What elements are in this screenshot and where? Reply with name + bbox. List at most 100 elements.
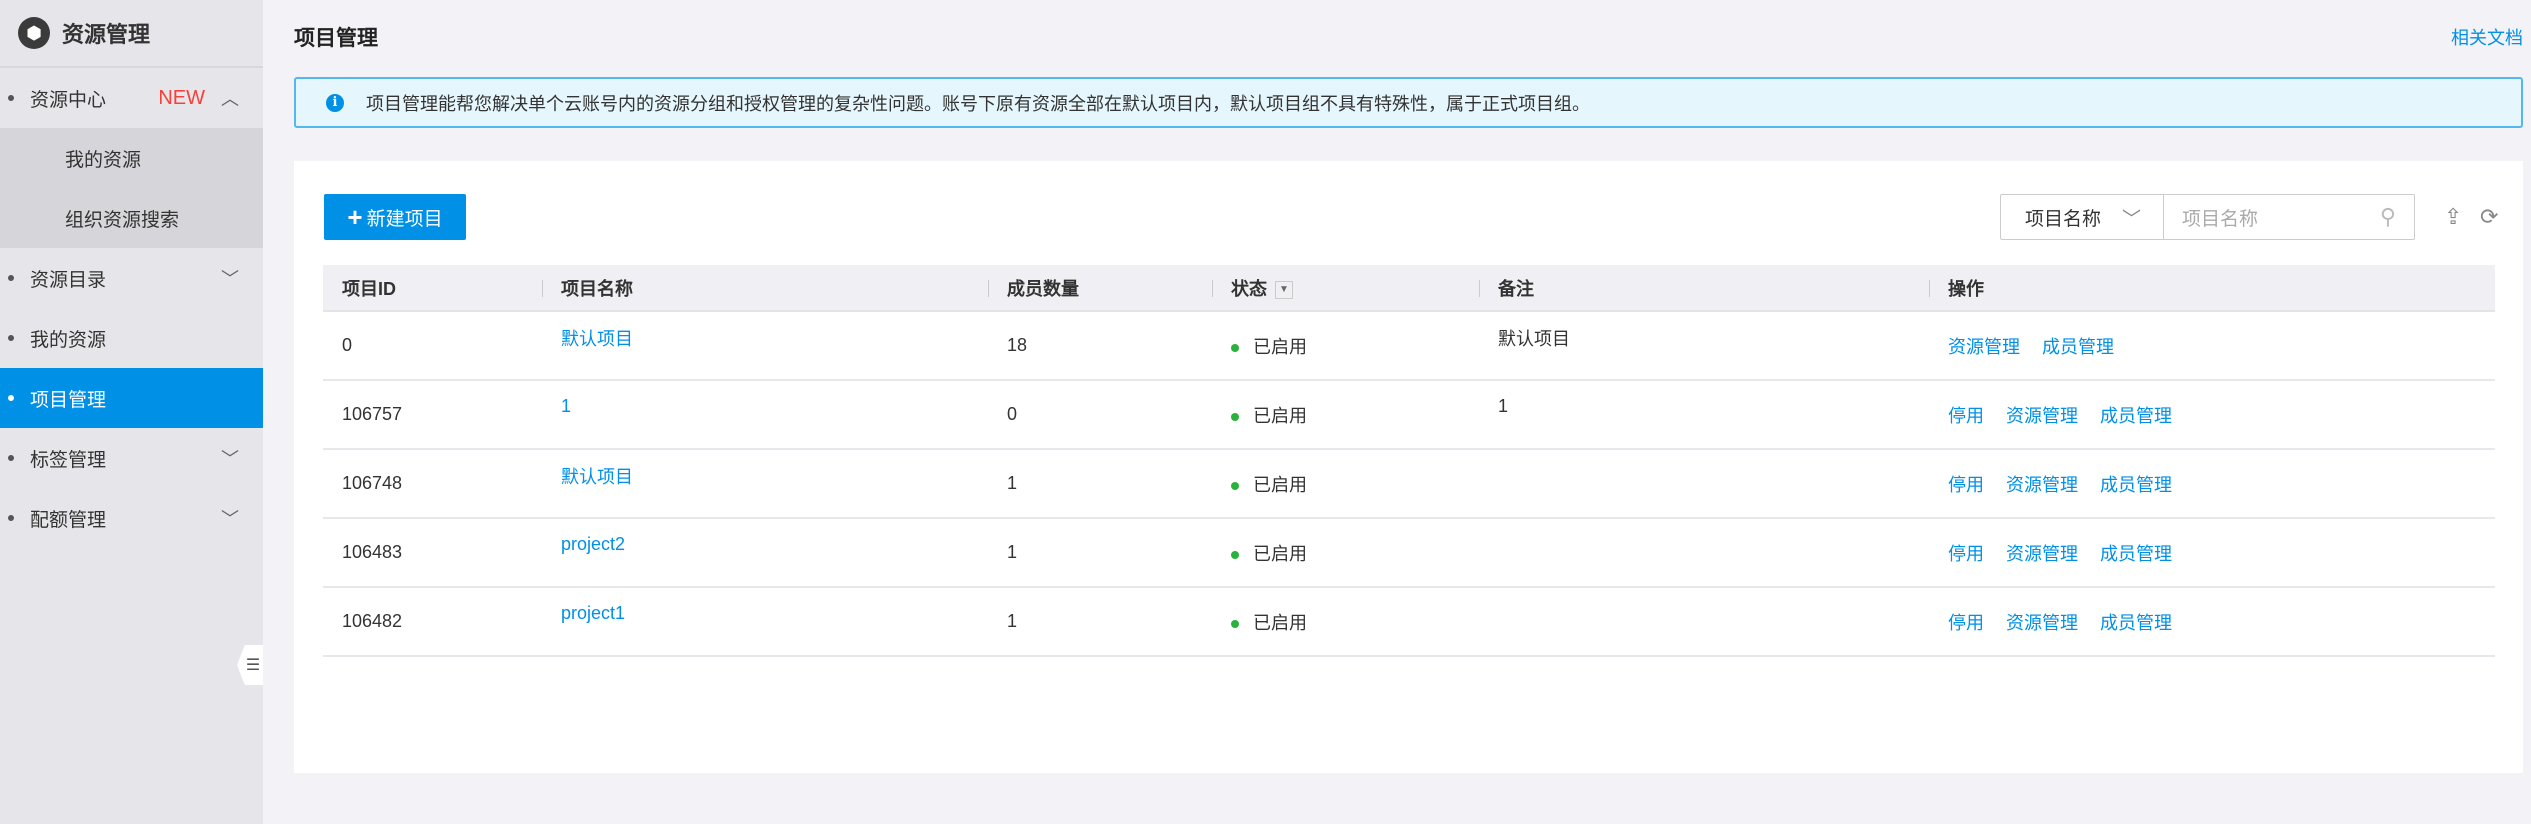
export-icon[interactable]: ⇪ (2444, 204, 2462, 230)
cell-status: 已启用 (1212, 311, 1479, 381)
info-banner: i 项目管理能帮您解决单个云账号内的资源分组和授权管理的复杂性问题。账号下原有资… (294, 77, 2523, 128)
label: 状态 (1231, 278, 1267, 299)
resource-manage-link[interactable]: 资源管理 (2006, 406, 2078, 426)
resource-manage-link[interactable]: 资源管理 (2006, 475, 2078, 495)
submenu: 我的资源 组织资源搜索 (0, 128, 263, 248)
table-row: 106748 默认项目 1 已启用 停用 资源管理 成员管理 (323, 449, 2495, 519)
project-name-link[interactable]: 默认项目 (561, 467, 633, 487)
label: 标签管理 (30, 449, 107, 471)
cell-id: 0 (323, 311, 542, 381)
sidebar-item-quota[interactable]: 配额管理 ﹀ (0, 488, 263, 548)
member-manage-link[interactable]: 成员管理 (2100, 406, 2172, 426)
status-text: 已启用 (1253, 612, 1307, 633)
cell-actions: 停用 资源管理 成员管理 (1929, 587, 2495, 657)
status-text: 已启用 (1253, 336, 1307, 357)
status-text: 已启用 (1253, 474, 1307, 495)
bullet-icon (8, 95, 14, 101)
new-project-button[interactable]: + 新建项目 (324, 194, 466, 240)
label: 新建项目 (366, 208, 443, 230)
cell-members: 18 (988, 311, 1212, 381)
col-note: 备注 (1479, 265, 1929, 312)
member-manage-link[interactable]: 成员管理 (2042, 337, 2114, 357)
col-name: 项目名称 (542, 265, 988, 312)
sidebar-subitem-org-search[interactable]: 组织资源搜索 (0, 188, 263, 248)
sidebar-item-my-resources[interactable]: 我的资源 (0, 308, 263, 368)
label: 资源中心 (30, 89, 107, 111)
cell-status: 已启用 (1212, 587, 1479, 657)
note-text: 1 (1498, 396, 1509, 416)
member-manage-link[interactable]: 成员管理 (2100, 544, 2172, 564)
cell-actions: 资源管理 成员管理 (1929, 311, 2495, 381)
label: 配额管理 (30, 509, 107, 531)
placeholder: 项目名称 (2182, 208, 2259, 230)
sidebar-item-projects[interactable]: 项目管理 (0, 368, 263, 428)
sidebar-subitem-my-resources[interactable]: 我的资源 (0, 128, 263, 188)
bullet-icon (8, 395, 14, 401)
page-title: 项目管理 (294, 27, 378, 50)
cell-note: 默认项目 (1479, 311, 1929, 381)
search-field-select[interactable]: 项目名称 ﹀ (2001, 195, 2164, 239)
cell-members: 1 (988, 449, 1212, 519)
chevron-down-icon: ﹀ (221, 449, 239, 469)
refresh-icon[interactable]: ⟳ (2480, 204, 2498, 230)
cell-actions: 停用 资源管理 成员管理 (1929, 518, 2495, 588)
cell-status: 已启用 (1212, 518, 1479, 588)
search-group: 项目名称 ﹀ 项目名称 ⚲ (2000, 194, 2415, 240)
sidebar-item-tags[interactable]: 标签管理 ﹀ (0, 428, 263, 488)
label: 项目管理 (30, 389, 107, 411)
disable-link[interactable]: 停用 (1948, 475, 1984, 495)
table-row: 106483 project2 1 已启用 停用 资源管理 成员管理 (323, 518, 2495, 588)
chevron-up-icon: ︿ (221, 89, 239, 109)
search-input[interactable]: 项目名称 ⚲ (2164, 195, 2414, 239)
projects-table: 项目ID 项目名称 成员数量 状态 ▼ 备注 操作 0 默认项目 18 已启用 默… (323, 265, 2495, 657)
filter-dropdown-icon[interactable]: ▼ (1275, 280, 1293, 299)
status-dot-icon (1231, 343, 1239, 352)
project-name-link[interactable]: project2 (561, 534, 625, 554)
status-dot-icon (1231, 481, 1239, 490)
chevron-down-icon: ﹀ (221, 509, 239, 529)
resource-manage-link[interactable]: 资源管理 (1948, 337, 2020, 357)
project-name-link[interactable]: 1 (561, 396, 571, 416)
cell-id: 106748 (323, 449, 542, 519)
member-manage-link[interactable]: 成员管理 (2100, 475, 2172, 495)
bullet-icon (8, 515, 14, 521)
cell-name: project2 (542, 518, 988, 588)
resource-manage-link[interactable]: 资源管理 (2006, 613, 2078, 633)
cell-actions: 停用 资源管理 成员管理 (1929, 449, 2495, 519)
sidebar-item-resource-center[interactable]: 资源中心 NEW ︿ (0, 68, 263, 128)
col-actions: 操作 (1929, 265, 2495, 312)
resource-manage-link[interactable]: 资源管理 (2006, 544, 2078, 564)
cell-id: 106757 (323, 380, 542, 450)
label: 资源目录 (30, 269, 107, 291)
project-name-link[interactable]: 默认项目 (561, 329, 633, 349)
cell-note (1479, 518, 1929, 588)
sidebar-title: 资源管理 (62, 22, 151, 47)
status-text: 已启用 (1253, 543, 1307, 564)
cell-status: 已启用 (1212, 380, 1479, 450)
docs-link[interactable]: 相关文档 (2451, 24, 2523, 50)
project-name-link[interactable]: project1 (561, 603, 625, 623)
cell-name: 默认项目 (542, 311, 988, 381)
table-row: 106482 project1 1 已启用 停用 资源管理 成员管理 (323, 587, 2495, 657)
info-icon: i (326, 93, 344, 112)
cell-name: 1 (542, 380, 988, 450)
bullet-icon (8, 455, 14, 461)
disable-link[interactable]: 停用 (1948, 406, 1984, 426)
cell-actions: 停用 资源管理 成员管理 (1929, 380, 2495, 450)
label: 成员数量 (1007, 278, 1079, 299)
col-members: 成员数量 (988, 265, 1212, 312)
table-row: 106757 1 0 已启用 1 停用 资源管理 成员管理 (323, 380, 2495, 450)
plus-icon: + (347, 201, 363, 232)
cell-members: 1 (988, 587, 1212, 657)
label: 备注 (1498, 278, 1534, 299)
sidebar-item-resource-catalog[interactable]: 资源目录 ﹀ (0, 248, 263, 308)
member-manage-link[interactable]: 成员管理 (2100, 613, 2172, 633)
label: 我的资源 (65, 149, 142, 171)
search-icon[interactable]: ⚲ (2380, 204, 2396, 230)
status-text: 已启用 (1253, 405, 1307, 426)
cell-note (1479, 587, 1929, 657)
cube-logo-icon: ⬢ (18, 17, 50, 49)
disable-link[interactable]: 停用 (1948, 544, 1984, 564)
status-dot-icon (1231, 619, 1239, 628)
disable-link[interactable]: 停用 (1948, 613, 1984, 633)
